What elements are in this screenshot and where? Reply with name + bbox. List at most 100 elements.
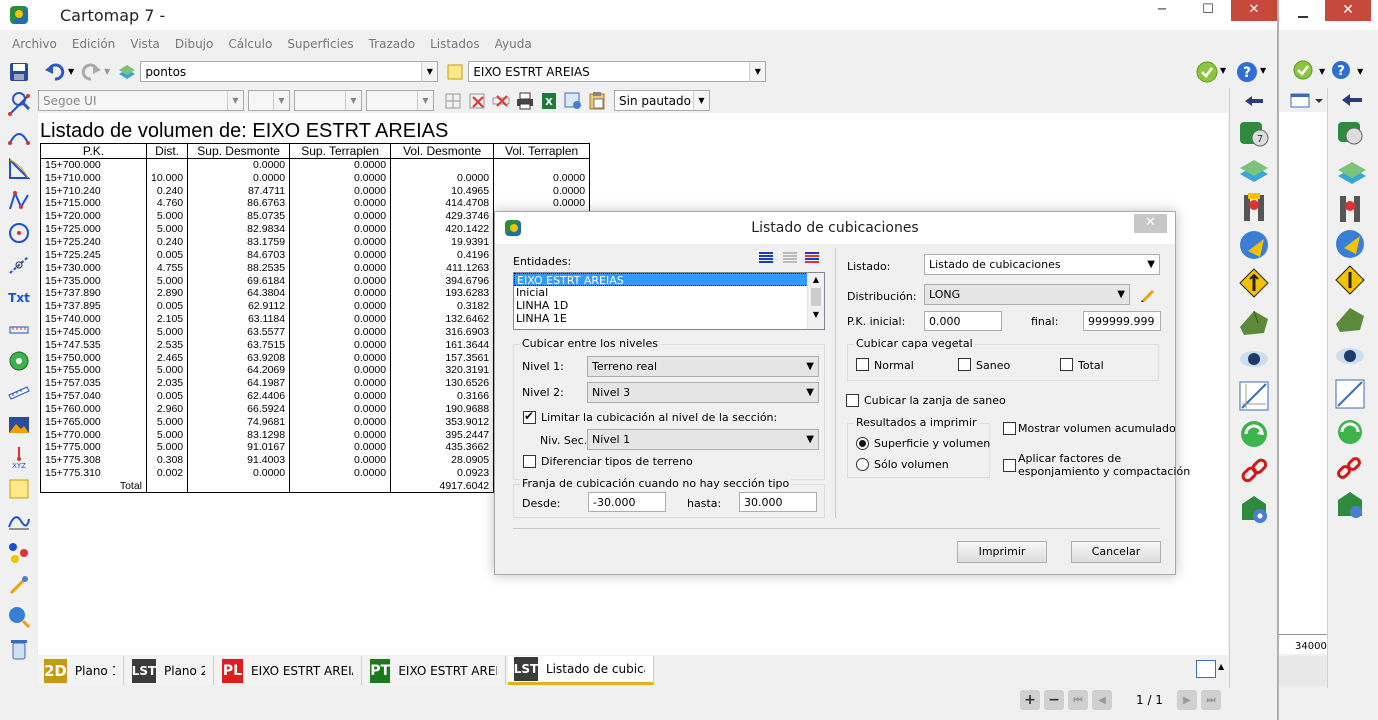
survey-station-icon[interactable] [1236, 189, 1272, 225]
menu-listados[interactable]: Listados [430, 37, 480, 51]
style-combo[interactable]: ▼ [294, 90, 362, 111]
terrain-icon[interactable] [1236, 303, 1272, 339]
entities-list[interactable]: EIXO ESTRT AREIAS Inicial LINHA 1D LINHA… [513, 272, 825, 330]
dropdown-arrow-icon[interactable]: ▼ [1319, 67, 1325, 76]
nivel1-select[interactable]: Terreno real ▼ [587, 356, 819, 377]
tab-5[interactable]: LST Listado de cubicaci [508, 656, 654, 685]
list-item[interactable]: LINHA 1E [514, 312, 824, 325]
delete-column-icon[interactable] [466, 90, 488, 112]
limitar-checkbox[interactable] [523, 409, 536, 424]
menu-trazado[interactable]: Trazado [369, 37, 415, 51]
nivel2-select[interactable]: Nivel 3 ▼ [587, 382, 819, 403]
menu-calculo[interactable]: Cálculo [228, 37, 272, 51]
menu-ayuda[interactable]: Ayuda [495, 37, 532, 51]
help-icon[interactable]: ? [1236, 61, 1258, 86]
listado-select[interactable]: Listado de cubicaciones ▼ [924, 254, 1160, 275]
paste-icon[interactable] [586, 90, 608, 112]
check-icon[interactable] [1196, 61, 1218, 86]
text-tool-icon[interactable]: Txt [5, 283, 33, 311]
menu-dibujo[interactable]: Dibujo [175, 37, 213, 51]
first-page-button[interactable]: ⏮ [1068, 690, 1088, 710]
zanja-checkbox[interactable] [846, 394, 859, 407]
next-page-button[interactable]: ▶ [1176, 690, 1197, 710]
layer-combo[interactable]: pontos ▼ [140, 61, 439, 82]
undo-icon[interactable] [44, 61, 66, 83]
invert-selection-icon[interactable] [804, 251, 820, 268]
pkinicial-input[interactable]: 0.000 [924, 311, 1002, 331]
help-icon[interactable]: ? [1331, 60, 1351, 83]
total-checkbox[interactable] [1060, 358, 1073, 371]
redo-dropdown-icon[interactable]: ▼ [104, 67, 110, 76]
dropdown-arrow-icon[interactable]: ▼ [1357, 67, 1363, 76]
hasta-input[interactable]: 30.000 [739, 492, 817, 512]
mostrar-checkbox[interactable] [1003, 422, 1016, 435]
redo-icon[interactable] [80, 61, 102, 83]
insert-column-icon[interactable] [442, 90, 464, 112]
excel-export-icon[interactable]: X [538, 90, 560, 112]
entities-scrollbar[interactable]: ▲ ▼ [807, 273, 824, 329]
desde-input[interactable]: -30.000 [588, 492, 666, 512]
sup-vol-radio[interactable] [856, 437, 869, 450]
distribucion-select[interactable]: LONG ▼ [924, 284, 1130, 305]
list-item[interactable]: EIXO ESTRT AREIAS [514, 273, 824, 287]
delete-row-icon[interactable] [490, 90, 512, 112]
list-item[interactable]: LINHA 1D [514, 299, 824, 312]
maximize-button[interactable]: ☐ [1185, 0, 1231, 21]
search-globe-icon[interactable] [5, 603, 33, 631]
numbering-tool-icon[interactable] [5, 539, 33, 567]
bg-minimize-button[interactable] [1289, 4, 1317, 24]
solo-vol-radio[interactable] [856, 458, 869, 471]
polyline-tool-icon[interactable] [5, 155, 33, 183]
close-button[interactable]: ✕ [1231, 0, 1277, 21]
undo-dropdown-icon[interactable]: ▼ [68, 67, 74, 76]
font-combo[interactable]: Segoe UI ▼ [38, 90, 244, 111]
font-size-combo[interactable]: ▼ [248, 90, 290, 111]
print-icon[interactable] [514, 90, 536, 112]
table-settings-icon[interactable] [562, 90, 584, 112]
help-dropdown-icon[interactable]: ▼ [1260, 66, 1266, 75]
eye-view-icon[interactable] [1236, 341, 1272, 377]
road-sign-icon[interactable] [1236, 265, 1272, 301]
measure-tool-icon[interactable] [5, 379, 33, 407]
aplicar-checkbox[interactable] [1003, 459, 1016, 472]
entity-combo[interactable]: EIXO ESTRT AREIAS ▼ [468, 61, 767, 82]
wizard-tool-icon[interactable] [5, 571, 33, 599]
bg-close-button[interactable]: ✕ [1325, 0, 1371, 21]
globe-icon[interactable] [1236, 227, 1272, 263]
menu-superficies[interactable]: Superficies [287, 37, 353, 51]
layers-icon[interactable] [1236, 152, 1272, 188]
last-page-button[interactable]: ⏭ [1200, 690, 1221, 710]
collapse-arrow-icon[interactable] [1236, 90, 1272, 112]
list-item[interactable]: Inicial [514, 286, 824, 299]
circle-tool-icon[interactable] [5, 219, 33, 247]
nivsec-select[interactable]: Nivel 1 ▼ [587, 429, 819, 450]
vertices-tool-icon[interactable] [5, 187, 33, 215]
note-tool-icon[interactable] [5, 475, 33, 503]
check-dropdown-icon[interactable]: ▼ [1220, 66, 1226, 75]
drafting-icon[interactable] [1236, 378, 1272, 414]
minimize-button[interactable]: − [1139, 0, 1185, 21]
edit-pencil-icon[interactable] [1140, 286, 1156, 305]
link-icon[interactable] [1236, 454, 1272, 490]
cancelar-button[interactable]: Cancelar [1071, 541, 1161, 563]
symbol-tool-icon[interactable] [5, 347, 33, 375]
zoom-in-button[interactable]: + [1020, 690, 1040, 710]
tab-1[interactable]: 2D Plano 1 [38, 656, 124, 685]
line-tool-icon[interactable] [5, 91, 33, 119]
pautado-combo[interactable]: Sin pautado ▼ [614, 90, 710, 111]
dimension-tool-icon[interactable] [5, 251, 33, 279]
check-icon[interactable] [1293, 60, 1313, 83]
menu-edicion[interactable]: Edición [72, 37, 115, 51]
final-input[interactable]: 999999.999 [1083, 311, 1161, 331]
saneo-checkbox[interactable] [958, 358, 971, 371]
profile-tool-icon[interactable] [5, 507, 33, 535]
diferenciar-checkbox[interactable] [523, 455, 536, 468]
normal-checkbox[interactable] [856, 358, 869, 371]
tab-3[interactable]: PL EIXO ESTRT AREIAS [216, 656, 362, 685]
tab-2[interactable]: LST Plano 2 [126, 656, 214, 685]
tab-4[interactable]: PT EIXO ESTRT AREIAS [364, 656, 506, 685]
settings-map-icon[interactable] [1236, 492, 1272, 528]
save-icon[interactable] [8, 61, 30, 83]
zoom-out-button[interactable]: − [1044, 690, 1064, 710]
refresh-icon[interactable] [1236, 416, 1272, 452]
